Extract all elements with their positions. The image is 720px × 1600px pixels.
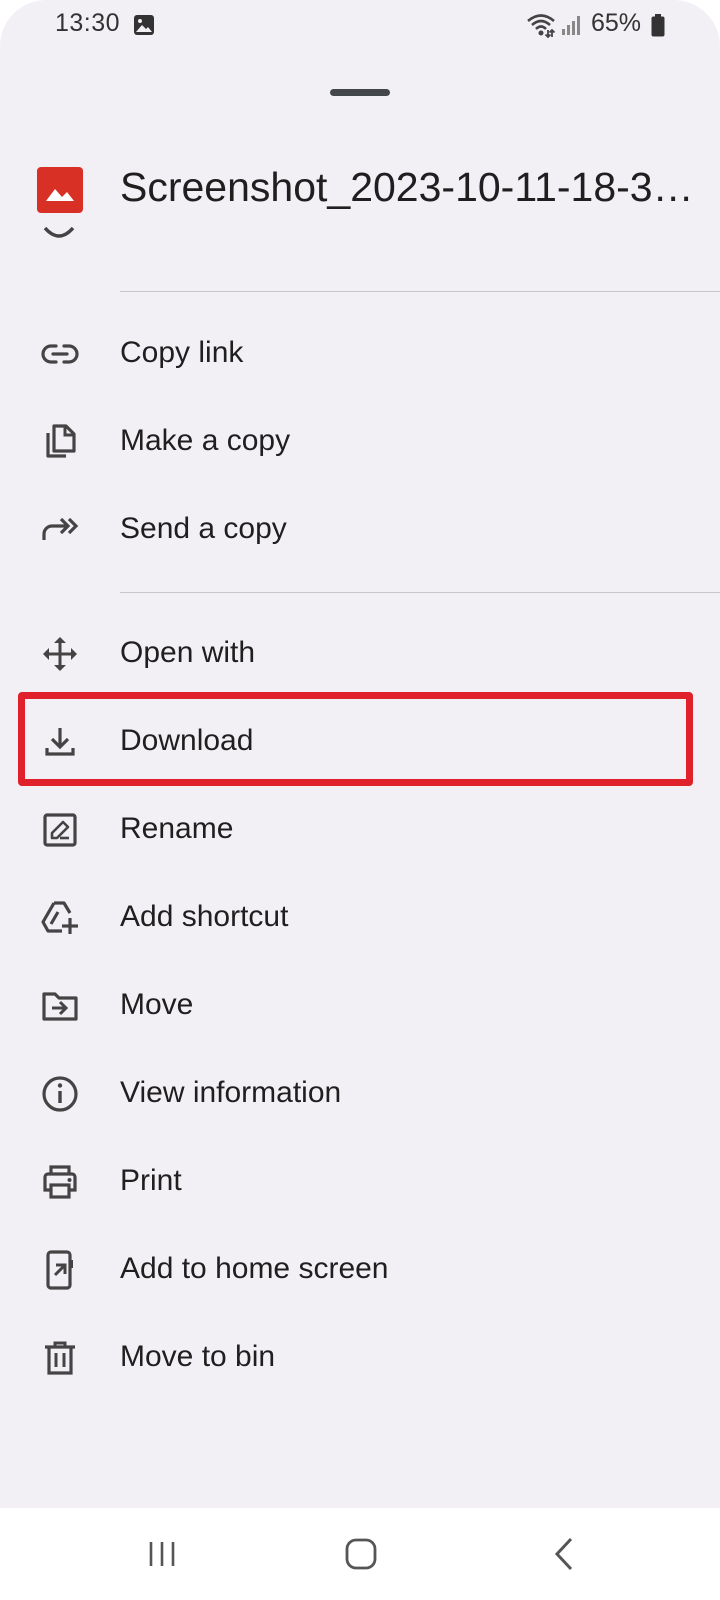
partial-scrolled-icon [42,222,76,246]
link-icon [40,334,80,374]
menu-item-label: Move [120,988,194,1021]
menu-item-rename[interactable]: Rename [0,785,720,873]
signal-icon [560,14,582,36]
menu-item-label: Make a copy [120,424,291,457]
menu-item-label: Add to home screen [120,1252,389,1285]
rename-icon [40,810,80,850]
status-bar: 13:30 65% [0,0,720,52]
divider [120,592,720,593]
status-time: 13:30 [55,9,121,37]
gallery-icon [133,14,155,36]
download-highlight-box [18,692,693,786]
menu-item-view-information[interactable]: View information [0,1049,720,1137]
divider [120,291,720,292]
add-home-screen-icon [40,1250,80,1290]
menu-item-move[interactable]: Move [0,961,720,1049]
menu-item-label: Send a copy [120,512,287,545]
info-icon [40,1074,80,1114]
send-icon [40,510,80,550]
battery-percentage: 65% [591,9,642,37]
menu-item-label: Print [120,1164,182,1197]
menu-item-send-a-copy[interactable]: Send a copy [0,485,720,573]
menu-item-print[interactable]: Print [0,1137,720,1225]
battery-icon [651,14,665,37]
move-folder-icon [40,986,80,1026]
sheet-drag-handle[interactable] [330,89,390,96]
menu-item-label: Move to bin [120,1340,276,1373]
menu-item-label: Open with [120,636,256,669]
menu-item-label: Copy link [120,336,244,369]
home-icon[interactable] [344,1537,378,1571]
menu-item-add-shortcut[interactable]: Add shortcut [0,873,720,961]
image-file-icon [37,167,83,213]
menu-item-label: Rename [120,812,234,845]
trash-icon [40,1338,80,1378]
file-title: Screenshot_2023-10-11-18-36… [120,164,695,210]
wifi-icon [526,12,556,38]
open-with-icon [40,634,80,674]
menu-item-label: View information [120,1076,342,1109]
menu-item-add-to-home-screen[interactable]: Add to home screen [0,1225,720,1313]
menu-item-open-with[interactable]: Open with [0,609,720,697]
menu-item-move-to-bin[interactable]: Move to bin [0,1313,720,1401]
add-shortcut-icon [40,898,80,938]
back-icon[interactable] [551,1536,577,1572]
menu-item-label: Add shortcut [120,900,289,933]
copy-icon [40,422,80,462]
menu-item-copy-link[interactable]: Copy link [0,309,720,397]
menu-item-make-a-copy[interactable]: Make a copy [0,397,720,485]
recents-icon[interactable] [146,1538,178,1570]
file-header: Screenshot_2023-10-11-18-36… [0,150,720,234]
print-icon [40,1162,80,1202]
navigation-bar [0,1508,720,1600]
bottom-sheet: 13:30 65% Screenshot_2023-10-11-18-36… C… [0,0,720,1508]
